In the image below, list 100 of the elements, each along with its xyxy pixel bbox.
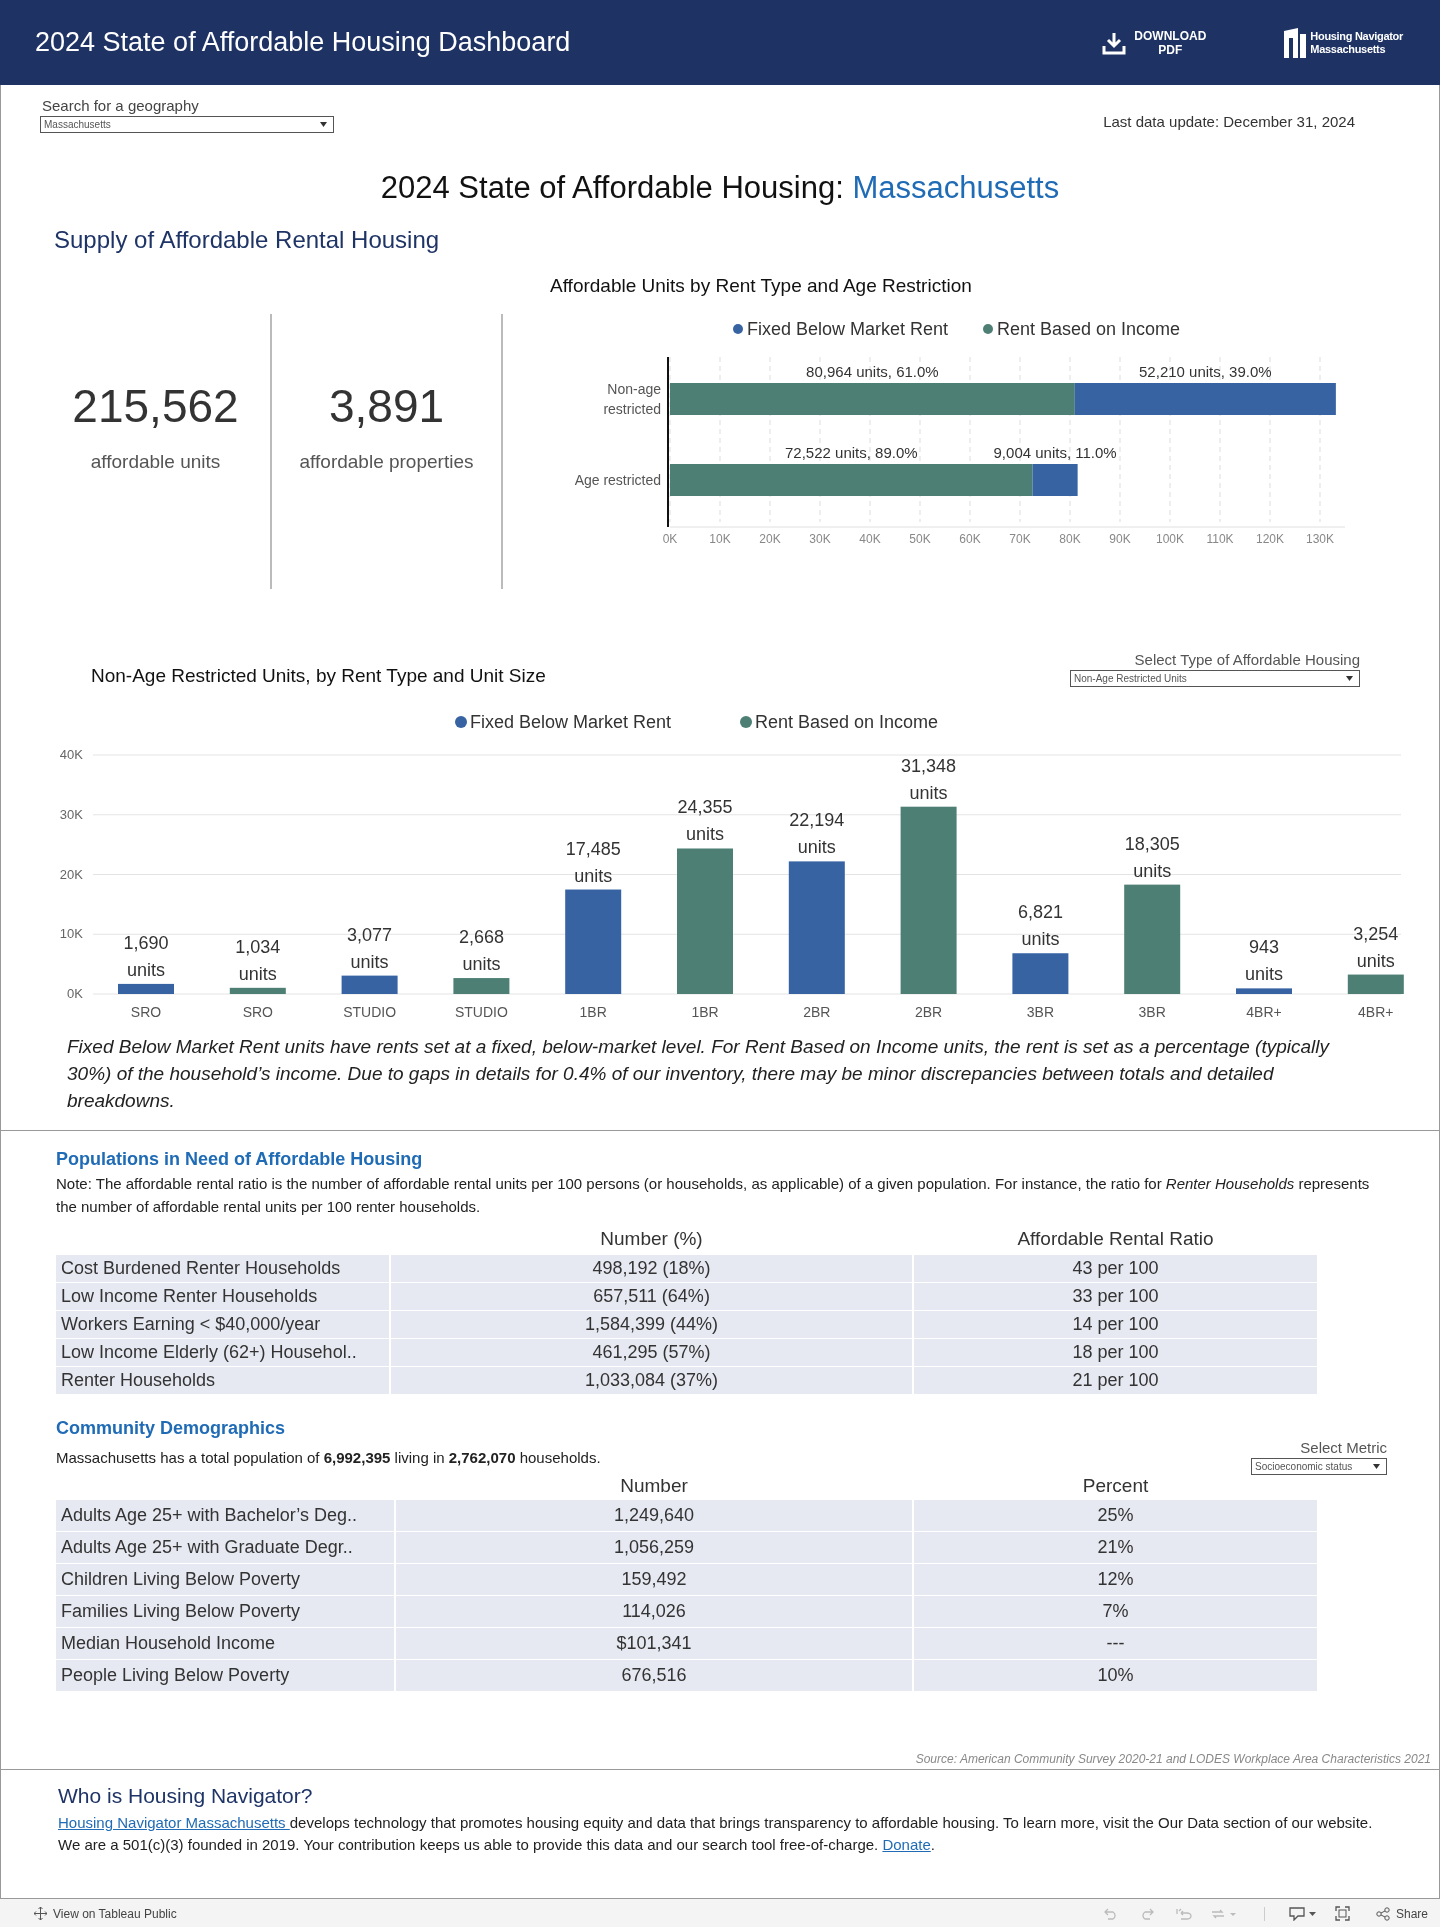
redo-icon[interactable] xyxy=(1139,1907,1154,1920)
section-heading: Community Demographics xyxy=(56,1418,287,1439)
field-label: Select Metric xyxy=(1300,1439,1387,1456)
download-button[interactable]: DOWNLOAD PDF xyxy=(1102,28,1207,57)
table-cell: 159,492 xyxy=(396,1564,912,1595)
chart-title: Affordable Units by Rent Type and Age Restriction xyxy=(549,275,973,297)
link[interactable]: Housing Navigator Massachusetts xyxy=(58,1814,290,1831)
tick-label: 20K xyxy=(59,866,83,882)
bar xyxy=(341,975,398,994)
tick-label: 40K xyxy=(859,532,881,546)
page-title: 2024 State of Affordable Housing: xyxy=(380,170,844,205)
tick-label: 30K xyxy=(809,532,831,546)
category-label: 3BR xyxy=(1026,1004,1054,1020)
dropdown[interactable]: Massachusetts xyxy=(40,116,334,133)
revert-icon[interactable] xyxy=(1175,1907,1192,1920)
category-label: STUDIO xyxy=(454,1004,508,1020)
tick-label: 10K xyxy=(59,926,83,942)
table-cell: Low Income Renter Households xyxy=(56,1283,389,1310)
tick-label: 0K xyxy=(662,532,678,546)
table-cell: 43 per 100 xyxy=(914,1255,1317,1282)
category-label: 3BR xyxy=(1138,1004,1166,1020)
table-cell: 114,026 xyxy=(396,1596,912,1627)
data-label: 9,004 units, 11.0% xyxy=(993,444,1117,461)
table-cell: 461,295 (57%) xyxy=(391,1339,912,1366)
chart-caption: Fixed Below Market Rent units have rents set at a fixed, below-market level. For Rent Based on Income units, the rent is set as a percentage (typically 30%) of the household’s income. Due to gaps in details for 0.4% of our inventory, there may be minor discrepancies between totals and detailed breakdowns. xyxy=(66,1035,1331,1113)
field-label: Select Type of Affordable Housing xyxy=(1134,651,1360,668)
table-cell: 33 per 100 xyxy=(914,1283,1317,1310)
table-cell: 657,511 (64%) xyxy=(391,1283,912,1310)
table-cell: 10% xyxy=(914,1660,1317,1691)
data-label: 6,821 units xyxy=(1017,902,1063,950)
data-label: 2,668 units xyxy=(458,927,504,975)
kpi-label: affordable units xyxy=(90,451,221,473)
tick-label: 110K xyxy=(1206,532,1234,546)
kpi-value: 3,891 xyxy=(328,379,445,433)
category-label: 4BR+ xyxy=(1246,1004,1282,1020)
table-cell: 1,056,259 xyxy=(396,1532,912,1563)
category-label: SRO xyxy=(242,1004,273,1020)
table-cell: Adults Age 25+ with Bachelor’s Deg.. xyxy=(56,1500,394,1531)
table-cell: Median Household Income xyxy=(56,1628,394,1659)
kpi-label: affordable properties xyxy=(299,451,474,473)
data-label: 80,964 units, 61.0% xyxy=(806,363,939,380)
dropdown[interactable]: Non-Age Restricted Units xyxy=(1070,670,1360,687)
category-label: SRO xyxy=(130,1004,162,1020)
data-label: 943 units xyxy=(1245,937,1283,985)
tick-label: 60K xyxy=(959,532,981,546)
tick-label: 50K xyxy=(909,532,931,546)
table-cell: 498,192 (18%) xyxy=(391,1255,912,1282)
table-cell: Workers Earning < $40,000/year xyxy=(56,1311,389,1338)
table-cell: Families Living Below Poverty xyxy=(56,1596,394,1627)
table-cell: Low Income Elderly (62+) Househol.. xyxy=(56,1339,389,1366)
table-cell: 14 per 100 xyxy=(914,1311,1317,1338)
comment-icon[interactable] xyxy=(1288,1906,1317,1921)
section-heading: Supply of Affordable Rental Housing xyxy=(53,226,441,254)
share-button[interactable]: Share xyxy=(1375,1906,1428,1921)
table-cell: 1,249,640 xyxy=(396,1500,912,1531)
table-cell: 12% xyxy=(914,1564,1317,1595)
legend-label: Fixed Below Market Rent xyxy=(747,319,949,339)
column-header: Number (%) xyxy=(599,1228,704,1251)
source-note: Source: American Community Survey 2020-21 and LODES Workplace Area Characteristics 2021 xyxy=(915,1752,1432,1766)
bar xyxy=(453,978,510,994)
section-heading: Who is Housing Navigator? xyxy=(58,1784,314,1808)
table-cell: Cost Burdened Renter Households xyxy=(56,1255,389,1282)
table-cell: People Living Below Poverty xyxy=(56,1660,394,1691)
bar xyxy=(1347,974,1404,994)
tick-label: 20K xyxy=(759,532,781,546)
category-label: 2BR xyxy=(915,1004,943,1020)
download-icon xyxy=(1102,30,1127,55)
table-cell: $101,341 xyxy=(396,1628,912,1659)
tick-label: 130K xyxy=(1306,532,1334,546)
category-label: Non-age restricted xyxy=(603,381,661,417)
caret-icon xyxy=(1346,676,1353,681)
data-label: 52,210 units, 39.0% xyxy=(1139,363,1272,380)
dashboard-title: 2024 State of Affordable Housing Dashboard xyxy=(35,27,572,58)
table-cell: 21 per 100 xyxy=(914,1367,1317,1394)
data-label: 1,690 units xyxy=(123,932,169,980)
category-label: Age restricted xyxy=(574,472,661,488)
logo-text: Housing Navigator Massachusetts xyxy=(1310,29,1403,56)
data-label: 17,485 units xyxy=(565,838,621,886)
category-label: 1BR xyxy=(691,1004,719,1020)
tick-label: 10K xyxy=(709,532,731,546)
donate-link[interactable]: Donate xyxy=(882,1836,931,1853)
legend-label: Rent Based on Income xyxy=(755,712,939,732)
tick-label: 0K xyxy=(67,986,83,1001)
fullscreen-icon[interactable] xyxy=(1334,1906,1350,1921)
table-cell: 7% xyxy=(914,1596,1317,1627)
table-cell: --- xyxy=(914,1628,1317,1659)
view-link[interactable]: View on Tableau Public xyxy=(34,1906,177,1921)
table-cell: 21% xyxy=(914,1532,1317,1563)
table-cell: Children Living Below Poverty xyxy=(56,1564,394,1595)
table-cell: Renter Households xyxy=(56,1367,389,1394)
undo-icon[interactable] xyxy=(1103,1907,1118,1920)
dropdown[interactable]: Socioeconomic status xyxy=(1251,1458,1387,1475)
data-label: 24,355 units xyxy=(677,797,733,845)
table-cell: 25% xyxy=(914,1500,1317,1531)
about-text: Housing Navigator Massachusetts develops technology that promotes housing equity and data that brings transparency to affordable housing. To learn more, visit the Our Data section of our website. We are a 501(c)(3) founded in 2019. Your contribution keeps us able to provide this data and our search tool free-of-charge. Donate. xyxy=(58,1813,1374,1855)
category-label: 2BR xyxy=(803,1004,831,1020)
column-header: Number xyxy=(619,1475,689,1498)
tick-label: 100K xyxy=(1156,532,1184,546)
data-label: 72,522 units, 89.0% xyxy=(785,444,918,461)
data-label: 18,305 units xyxy=(1124,833,1180,881)
